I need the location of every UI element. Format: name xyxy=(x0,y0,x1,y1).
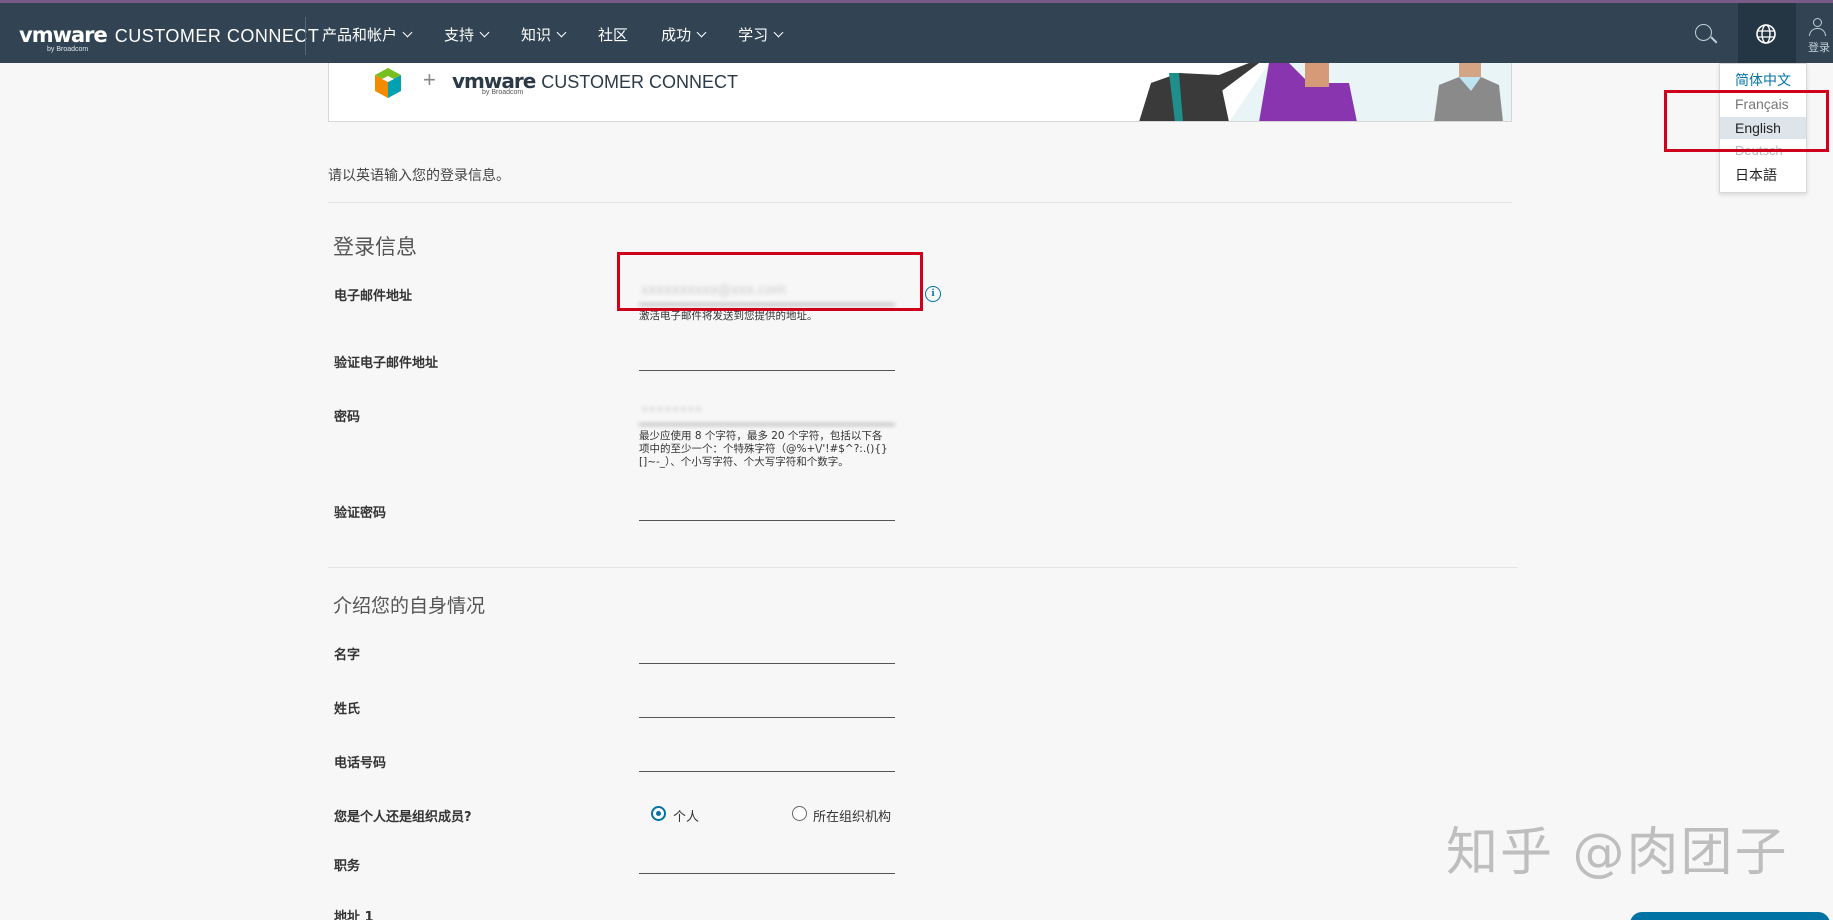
last-name-label: 姓氏 xyxy=(334,702,361,717)
intro-text: 请以英语输入您的登录信息。 xyxy=(328,168,510,184)
product-cube-icon xyxy=(375,68,401,98)
password-helper-line: []~-_）、个小写字符、个大写字符和个数字。 xyxy=(639,456,849,468)
banner-customer-connect-text: CUSTOMER CONNECT xyxy=(541,72,738,92)
email-label: 电子邮件地址 xyxy=(334,289,413,304)
login-label: 登录 xyxy=(1808,41,1830,54)
search-button[interactable] xyxy=(1686,16,1722,52)
search-icon-handle xyxy=(1710,36,1718,44)
watermark-text: 知乎 @肉团子 xyxy=(1446,823,1789,883)
nav-item-label: 学习 xyxy=(738,26,769,44)
logo-customer-connect-text: CUSTOMER CONNECT xyxy=(114,26,320,46)
first-name-label: 名字 xyxy=(334,648,361,663)
vmware-customer-connect-logo[interactable]: vmware CUSTOMER CONNECT by Broadcom xyxy=(19,23,320,53)
radio-individual[interactable] xyxy=(651,806,666,821)
annotation-highlight-email xyxy=(617,252,923,311)
top-navigation-bar: vmware CUSTOMER CONNECT by Broadcom 产品和帐… xyxy=(0,0,1833,66)
nav-item-learning[interactable]: 学习 xyxy=(738,24,784,45)
verify-password-field[interactable] xyxy=(639,493,895,521)
password-label: 密码 xyxy=(334,410,361,425)
nav-item-label: 社区 xyxy=(598,26,629,44)
logo-vmware-text: vmware xyxy=(19,23,108,47)
floating-action-button[interactable] xyxy=(1630,912,1830,920)
info-icon[interactable]: i xyxy=(925,286,941,302)
password-helper-line: 最少应使用 8 个字符，最多 20 个字符，包括以下各 xyxy=(639,430,883,442)
nav-divider xyxy=(305,17,306,55)
nav-item-label: 知识 xyxy=(521,26,552,44)
search-icon xyxy=(1695,24,1712,41)
job-title-label: 职务 xyxy=(334,859,361,874)
main-nav: 产品和帐户 支持 知识 社区 成功 学习 xyxy=(322,3,815,66)
annotation-highlight-english xyxy=(1664,90,1829,152)
first-name-field[interactable] xyxy=(639,636,895,664)
radio-individual-label[interactable]: 个人 xyxy=(673,806,699,825)
globe-icon xyxy=(1756,24,1776,44)
nav-item-support[interactable]: 支持 xyxy=(444,24,490,45)
nav-item-label: 产品和帐户 xyxy=(322,26,398,44)
chevron-down-icon xyxy=(402,27,413,38)
radio-organization[interactable] xyxy=(792,806,807,821)
nav-item-knowledge[interactable]: 知识 xyxy=(521,24,567,45)
page-banner: + vmware CUSTOMER CONNECT by Broadcom xyxy=(328,63,1512,122)
nav-item-products-accounts[interactable]: 产品和帐户 xyxy=(322,24,413,45)
nav-item-community[interactable]: 社区 xyxy=(598,24,628,45)
phone-label: 电话号码 xyxy=(334,756,387,771)
last-name-field[interactable] xyxy=(639,690,895,718)
chevron-down-icon xyxy=(479,27,490,38)
user-icon-body xyxy=(1809,28,1826,36)
login-button[interactable]: 登录 xyxy=(1800,11,1833,59)
banner-people-illustration xyxy=(1109,63,1511,121)
verify-email-field[interactable] xyxy=(639,343,895,371)
nav-item-label: 成功 xyxy=(661,26,692,44)
phone-field[interactable] xyxy=(639,744,895,772)
password-helper-line: 项中的至少一个：个特殊字符（@%+\/'!#$^?:.(){} xyxy=(639,443,888,455)
user-icon xyxy=(1813,18,1822,27)
verify-password-label: 验证密码 xyxy=(334,506,387,521)
chevron-down-icon xyxy=(556,27,567,38)
language-button[interactable] xyxy=(1738,3,1796,66)
section-divider xyxy=(328,567,1518,568)
chevron-down-icon xyxy=(696,27,707,38)
radio-organization-label[interactable]: 所在组织机构 xyxy=(813,806,891,825)
nav-item-success[interactable]: 成功 xyxy=(661,24,707,45)
banner-by-broadcom-text: by Broadcom xyxy=(482,89,524,96)
logo-by-broadcom-text: by Broadcom xyxy=(47,46,89,53)
verify-email-label: 验证电子邮件地址 xyxy=(334,356,439,371)
email-helper-text: 激活电子邮件将发送到您提供的地址。 xyxy=(639,310,818,322)
nav-item-label: 支持 xyxy=(444,26,475,44)
chevron-down-icon xyxy=(773,27,784,38)
address1-label: 地址 1 xyxy=(334,910,374,920)
language-option-ja[interactable]: 日本語 xyxy=(1720,164,1806,186)
language-option-zh-cn[interactable]: 简体中文 xyxy=(1720,69,1806,91)
password-helper-text: 最少应使用 8 个字符，最多 20 个字符，包括以下各 项中的至少一个：个特殊字… xyxy=(639,430,888,469)
section-divider xyxy=(328,202,1512,203)
job-title-field[interactable] xyxy=(639,846,895,874)
member-type-label: 您是个人还是组织成员? xyxy=(334,810,472,825)
login-info-heading: 登录信息 xyxy=(333,235,417,259)
about-yourself-heading: 介绍您的自身情况 xyxy=(333,595,486,617)
banner-plus: + xyxy=(423,67,436,92)
password-field[interactable] xyxy=(639,397,895,425)
